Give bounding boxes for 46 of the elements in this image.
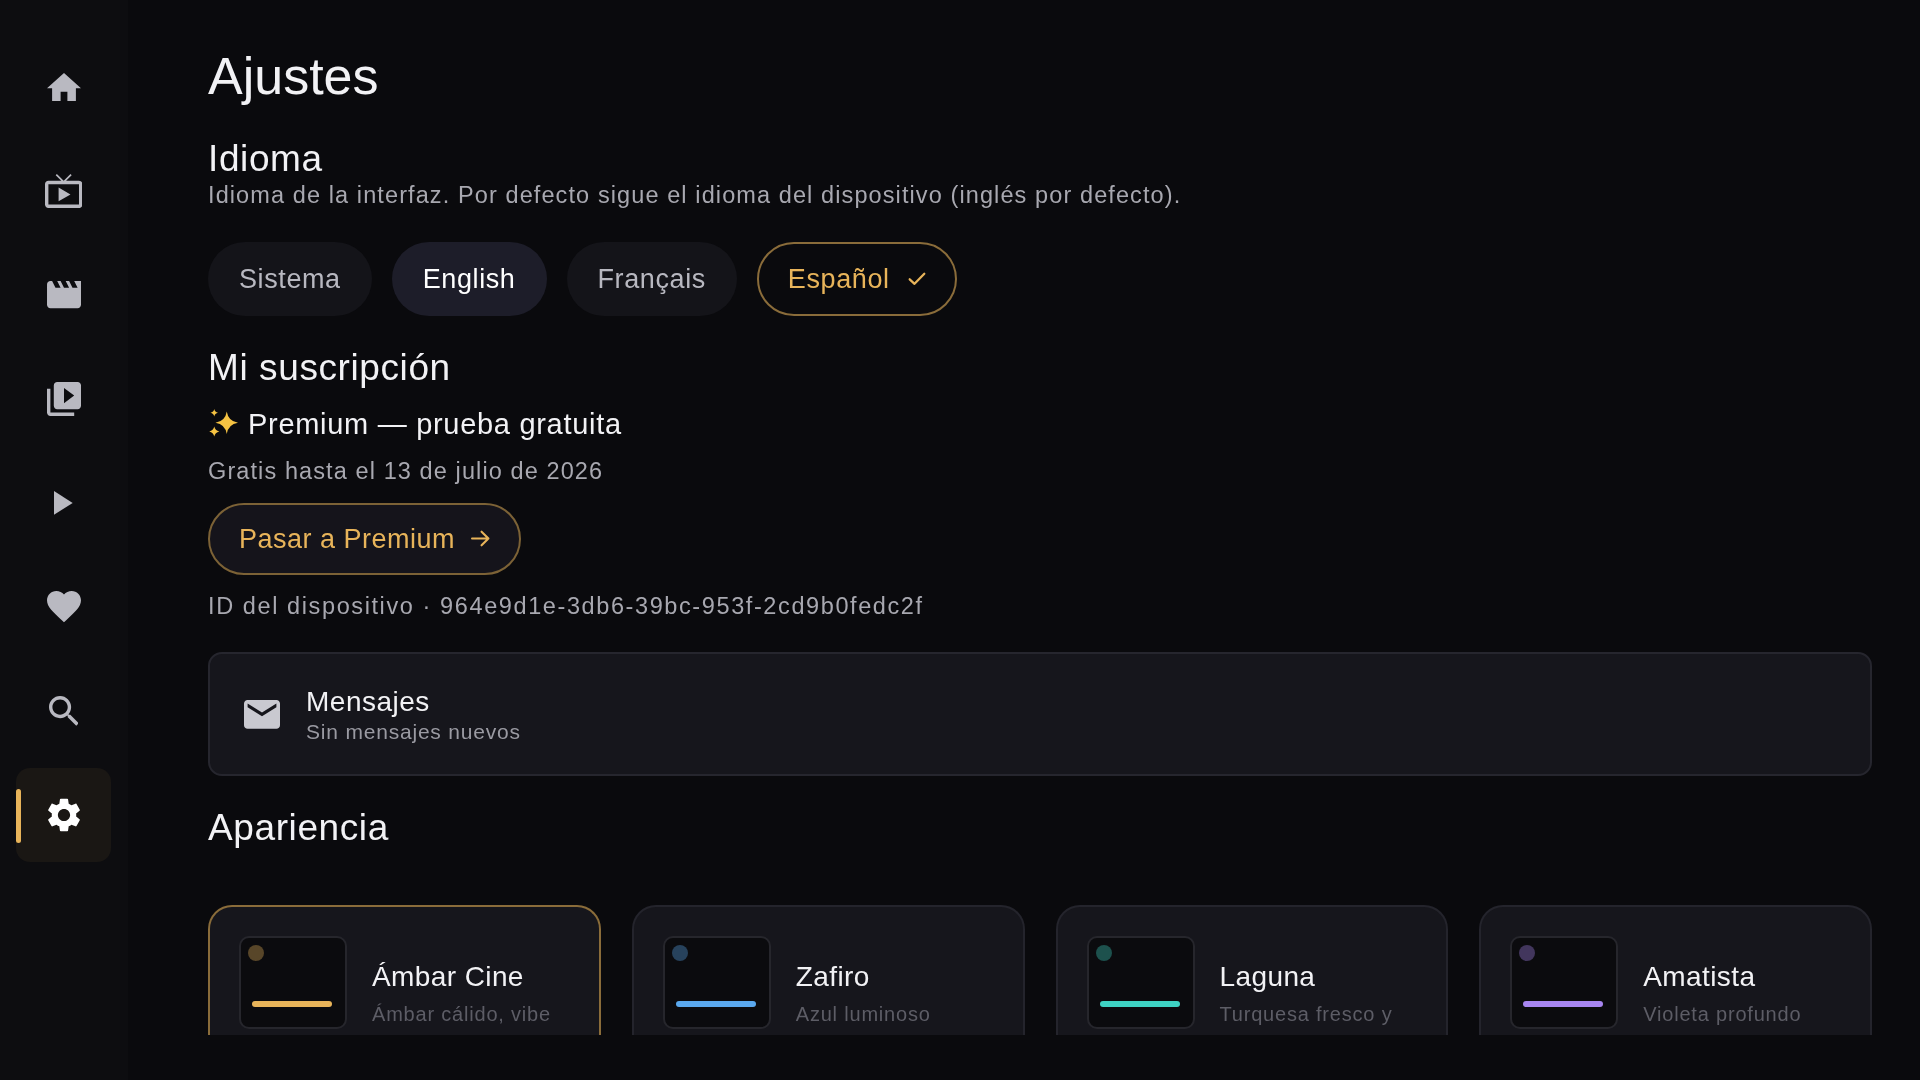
settings-icon [47,798,80,832]
theme-card[interactable]: Zafiro Azul luminoso [631,905,1025,1036]
dot-icon [1095,945,1112,962]
arrow-right-icon [471,530,491,548]
theme-name: Zafiro [795,960,871,995]
home-icon [46,72,81,102]
section-title: Apariencia [208,807,389,851]
theme-description: Ámbar cálido, vibe [372,1001,551,1027]
language-chip[interactable]: English [391,241,547,316]
section-description: Idioma de la interfaz. Por defecto sigue el idioma del dispositivo (inglés por defecto). [208,181,1182,210]
indicator-bar-icon [16,789,21,843]
theme-card[interactable]: Amatista Violeta profundo [1479,905,1872,1036]
section-title: Idioma [208,138,323,182]
messages-card[interactable]: Mensajes Sin mensajes nuevos [208,652,1872,777]
tv-icon [44,174,83,208]
sparkle-icon [208,409,238,439]
theme-name: Ámbar Cine [372,960,525,995]
language-chip[interactable]: Sistema [208,241,372,316]
check-icon [907,272,926,286]
dot-icon [248,945,264,962]
sidebar-item[interactable] [16,768,111,862]
page-title: Ajustes [208,46,379,107]
theme-card[interactable]: Ámbar Cine Ámbar cálido, vibe [208,905,601,1036]
plan-name: Premium — prueba gratuita [248,406,622,442]
theme-name: Laguna [1219,960,1317,995]
mail-icon [244,700,280,729]
theme-name: Amatista [1643,960,1757,995]
search-icon [48,696,79,726]
clapperboard-icon [46,281,81,309]
dot-icon [1519,945,1536,962]
theme-description: Violeta profundo [1643,1001,1802,1027]
video-library-icon [46,382,81,416]
messages-title: Mensajes [306,685,431,719]
trial-status: Gratis hasta el 13 de julio de 2026 [208,457,604,486]
section-title: Mi suscripción [208,346,451,390]
play-icon [54,491,73,515]
theme-description: Azul luminoso [795,1001,931,1027]
language-chip[interactable]: Español [756,241,957,316]
dot-icon [671,945,688,962]
language-chip[interactable]: Français [566,241,737,316]
upgrade-button[interactable]: Pasar a Premium [208,502,522,575]
theme-card[interactable]: Laguna Turquesa fresco y [1055,905,1449,1036]
heart-icon [46,591,81,623]
theme-description: Turquesa fresco y [1219,1001,1393,1027]
messages-subtitle: Sin mensajes nuevos [306,718,521,744]
device-id: ID del dispositivo · 964e9d1e-3db6-39bc-953f-2cd9b0fedc2f [208,591,924,621]
